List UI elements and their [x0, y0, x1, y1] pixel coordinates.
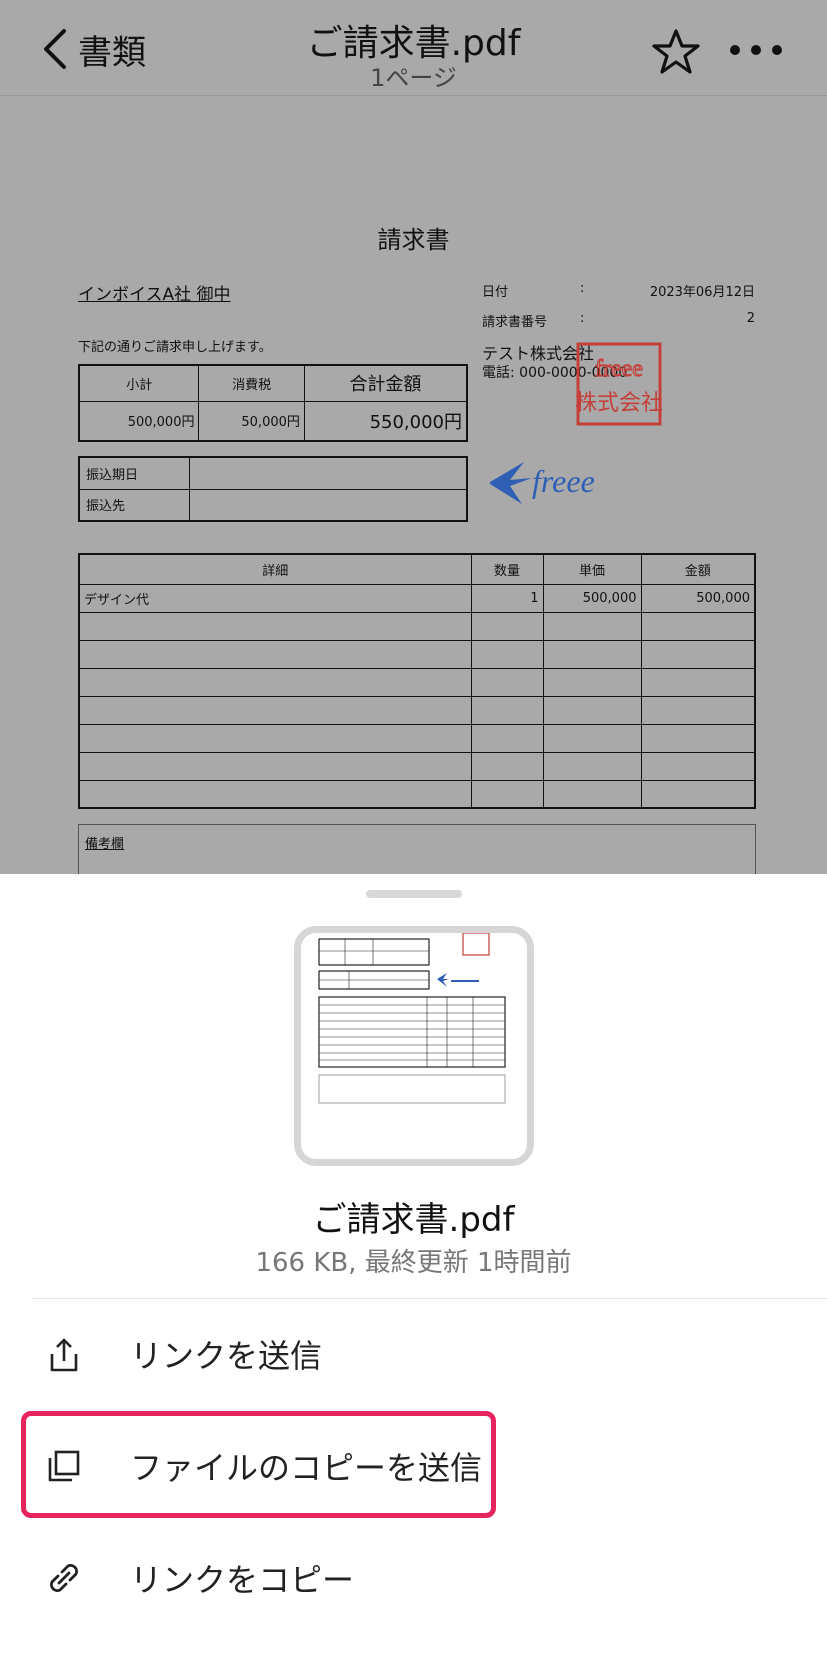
copy-icon — [48, 1450, 80, 1482]
detail-header: 詳細 — [78, 553, 472, 585]
company-seal-stamp: freee 株式会社 — [575, 342, 663, 426]
detail-cell — [542, 611, 642, 641]
detail-cell — [542, 639, 642, 669]
detail-row — [78, 695, 756, 725]
svg-text:freee: freee — [532, 463, 595, 499]
file-name: ご請求書.pdf — [312, 1200, 515, 1240]
detail-cell — [640, 751, 756, 781]
detail-row — [78, 751, 756, 781]
divider — [32, 1298, 827, 1299]
bank-label: 振込期日 — [78, 456, 190, 490]
detail-cell — [78, 779, 472, 809]
detail-cell: 500,000 — [542, 583, 642, 613]
bank-table: 振込期日 振込先 — [78, 456, 468, 522]
detail-cell — [640, 639, 756, 669]
file-thumbnail — [294, 926, 534, 1166]
detail-header: 単価 — [542, 553, 642, 585]
document-preview[interactable]: 請求書 インボイスA社 御中 下記の通りご請求申し上げます。 日付 : 2023… — [0, 96, 827, 874]
detail-cell — [78, 611, 472, 641]
bank-value — [188, 488, 468, 522]
detail-cell — [542, 667, 642, 697]
invoice-note: 下記の通りご請求申し上げます。 — [78, 340, 272, 355]
detail-cell — [78, 723, 472, 753]
detail-cell — [470, 611, 544, 641]
detail-row — [78, 639, 756, 669]
detail-table: 詳細 数量 単価 金額 デザイン代 1 500,000 500,000 — [78, 553, 756, 809]
action-label: リンクをコピー — [130, 1561, 355, 1599]
detail-cell: 500,000 — [640, 583, 756, 613]
action-label: リンクを送信 — [130, 1337, 323, 1375]
detail-cell — [470, 779, 544, 809]
file-action-sheet: ご請求書.pdf 166 KB, 最終更新 1時間前 リンクを送信 ファイルのコ… — [0, 874, 827, 1660]
detail-header: 数量 — [470, 553, 544, 585]
detail-row — [78, 779, 756, 809]
detail-cell — [542, 779, 642, 809]
detail-cell — [640, 779, 756, 809]
detail-cell — [78, 667, 472, 697]
detail-cell — [470, 639, 544, 669]
detail-cell — [542, 695, 642, 725]
detail-cell — [542, 751, 642, 781]
detail-cell — [640, 667, 756, 697]
meta-value: 2023年06月12日 — [649, 285, 755, 300]
bank-label: 振込先 — [78, 488, 190, 522]
action-label: ファイルのコピーを送信 — [130, 1449, 483, 1487]
freee-logo: freee — [490, 462, 595, 504]
thumbnail-document-image — [318, 933, 506, 1104]
meta-label: 日付 — [482, 285, 509, 300]
invoice-client: インボイスA社 御中 — [78, 285, 231, 305]
detail-row: デザイン代 1 500,000 500,000 — [78, 583, 756, 613]
send-file-copy-button[interactable]: ファイルのコピーを送信 — [0, 1418, 827, 1514]
send-link-button[interactable]: リンクを送信 — [0, 1306, 827, 1402]
share-icon — [50, 1338, 78, 1372]
svg-text:株式会社: 株式会社 — [575, 391, 663, 416]
summary-value: 500,000円 — [78, 400, 200, 442]
detail-row — [78, 667, 756, 697]
meta-colon: : — [580, 281, 585, 296]
file-meta: 166 KB, 最終更新 1時間前 — [255, 1248, 572, 1278]
summary-header: 合計金額 — [303, 364, 468, 402]
summary-table: 小計 消費税 合計金額 500,000円 50,000円 550,000円 — [78, 364, 468, 442]
detail-cell — [78, 751, 472, 781]
summary-header: 消費税 — [198, 364, 305, 402]
detail-cell — [470, 695, 544, 725]
detail-cell: 1 — [470, 583, 544, 613]
nav-bar: 書類 ご請求書.pdf 1ページ — [0, 0, 827, 96]
detail-cell — [542, 723, 642, 753]
remarks-label: 備考欄 — [85, 837, 125, 852]
link-icon — [50, 1564, 78, 1592]
remarks-box: 備考欄 — [78, 824, 756, 874]
detail-cell — [470, 751, 544, 781]
bank-value — [188, 456, 468, 490]
detail-header: 金額 — [640, 553, 756, 585]
summary-value: 550,000円 — [303, 400, 468, 442]
star-icon[interactable] — [650, 28, 702, 76]
page-count: 1ページ — [370, 64, 457, 92]
summary-header: 小計 — [78, 364, 200, 402]
sheet-grabber[interactable] — [366, 890, 462, 898]
meta-colon: : — [580, 311, 585, 326]
detail-row — [78, 611, 756, 641]
detail-row — [78, 723, 756, 753]
detail-cell — [640, 611, 756, 641]
detail-cell — [78, 695, 472, 725]
invoice-title: 請求書 — [377, 226, 450, 254]
svg-text:freee: freee — [595, 356, 643, 382]
meta-value: 2 — [746, 311, 755, 326]
detail-cell — [470, 723, 544, 753]
more-options-icon[interactable] — [730, 30, 782, 70]
detail-cell — [470, 667, 544, 697]
detail-cell — [640, 695, 756, 725]
copy-link-button[interactable]: リンクをコピー — [0, 1530, 827, 1626]
detail-cell — [640, 723, 756, 753]
summary-value: 50,000円 — [198, 400, 305, 442]
detail-cell — [78, 639, 472, 669]
detail-cell: デザイン代 — [78, 583, 472, 613]
meta-label: 請求書番号 — [482, 315, 548, 330]
